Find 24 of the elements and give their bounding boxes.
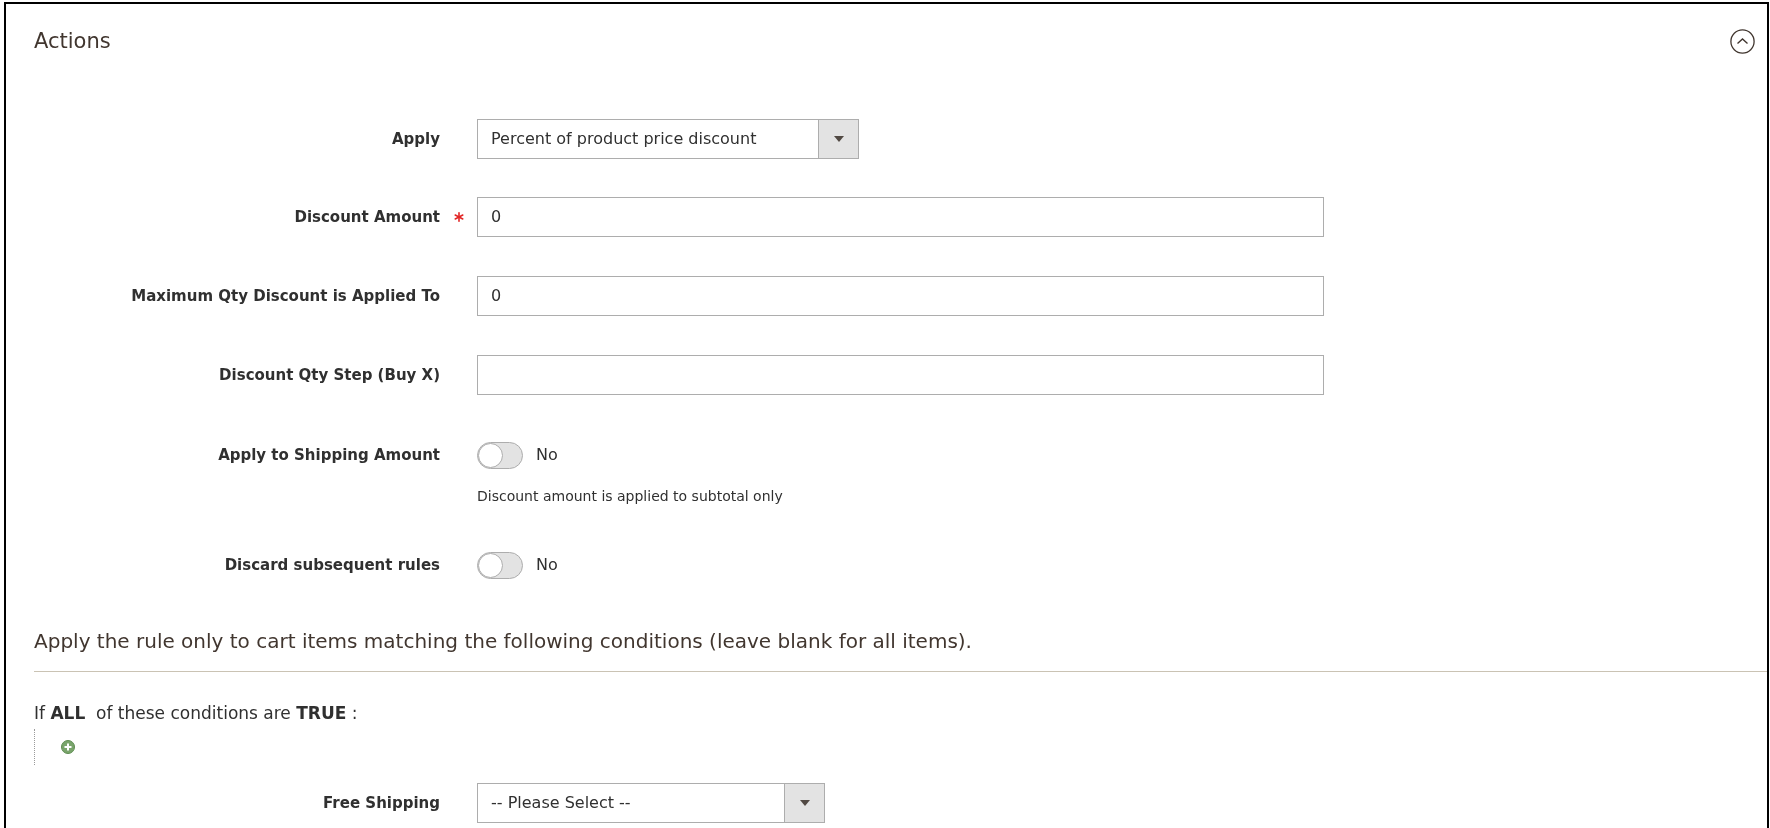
toggle-switch[interactable] [477,441,523,469]
toggle-state-text: No [536,444,558,466]
conditions-heading: Apply the rule only to cart items matching the following conditions (leave blank for all items). [34,629,972,653]
field-label: Apply [392,130,440,148]
field-note: Discount amount is applied to subtotal only [477,488,783,504]
caret-icon [833,136,844,142]
select-dropdown[interactable]: -- Please Select -- [477,783,825,823]
field-label: Discount Qty Step (Buy X) [219,366,440,384]
caret-icon [799,800,810,806]
input-field[interactable] [477,355,1324,395]
field-label: Discount Amount [294,208,440,226]
field-label: Free Shipping [323,794,440,812]
plus-circle-icon[interactable] [61,740,75,754]
field-label: Apply to Shipping Amount [218,446,440,464]
section-title: Actions [34,28,111,54]
select-dropdown[interactable]: Percent of product price discount [477,119,859,159]
toggle-switch[interactable] [477,551,523,579]
toggle-state-text: No [536,554,558,576]
input-field[interactable]: 0 [477,197,1324,237]
chevron-up-circle-icon[interactable] [1730,28,1755,54]
conditions-summary: If ALL of these conditions are TRUE : [34,703,358,723]
field-label: Maximum Qty Discount is Applied To [131,287,440,305]
input-field[interactable]: 0 [477,276,1324,316]
field-label: Discard subsequent rules [224,556,440,574]
